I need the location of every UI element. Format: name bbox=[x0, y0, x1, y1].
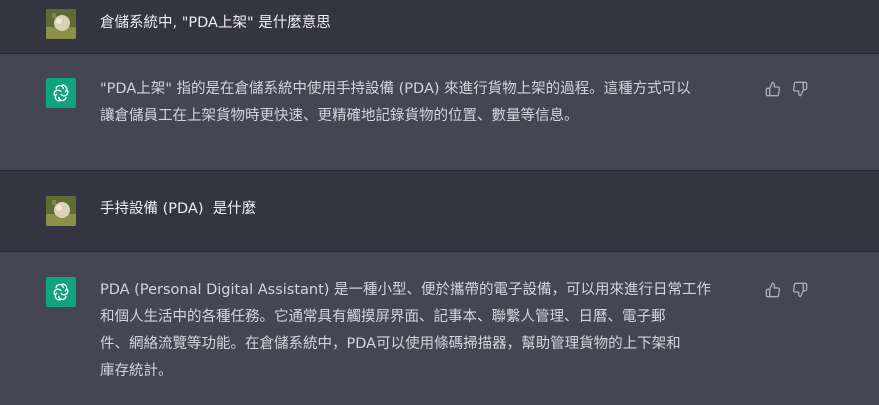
user-message: 倉儲系統中, "PDA上架" 是什麼意思 bbox=[0, 0, 879, 54]
feedback-buttons bbox=[764, 281, 809, 299]
assistant-message: PDA (Personal Digital Assistant) 是一種小型、便… bbox=[0, 252, 879, 405]
feedback-buttons bbox=[764, 80, 809, 98]
thumbs-up-icon[interactable] bbox=[764, 80, 782, 98]
user-avatar-icon bbox=[46, 196, 76, 226]
chat-thread: 倉儲系統中, "PDA上架" 是什麼意思 "PDA上架" 指的是在倉儲系統中使用… bbox=[0, 0, 879, 405]
assistant-message: "PDA上架" 指的是在倉儲系統中使用手持設備 (PDA) 來進行貨物上架的過程… bbox=[0, 54, 879, 171]
message-text: PDA (Personal Digital Assistant) 是一種小型、便… bbox=[100, 282, 712, 379]
user-avatar-icon bbox=[46, 9, 76, 39]
openai-logo-icon bbox=[46, 277, 76, 307]
message-text: 倉儲系統中, "PDA上架" 是什麼意思 bbox=[100, 15, 331, 31]
thumbs-down-icon[interactable] bbox=[791, 80, 809, 98]
user-message: 手持設備 (PDA) 是什麼 bbox=[0, 171, 879, 252]
message-text: 手持設備 (PDA) 是什麼 bbox=[100, 201, 257, 217]
thumbs-up-icon[interactable] bbox=[764, 281, 782, 299]
openai-logo-icon bbox=[46, 78, 76, 108]
message-text: "PDA上架" 指的是在倉儲系統中使用手持設備 (PDA) 來進行貨物上架的過程… bbox=[100, 81, 691, 124]
thumbs-down-icon[interactable] bbox=[791, 281, 809, 299]
